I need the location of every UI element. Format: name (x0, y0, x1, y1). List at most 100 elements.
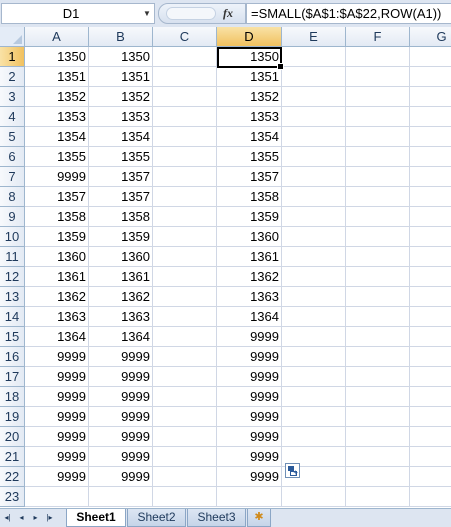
cell-b14[interactable]: 1363 (89, 307, 153, 327)
cell-a3[interactable]: 1352 (25, 87, 89, 107)
cell-d2[interactable]: 1351 (217, 67, 282, 87)
column-header-a[interactable]: A (25, 27, 89, 47)
formula-input[interactable]: =SMALL($A$1:$A$22,ROW(A1)) (246, 3, 451, 24)
cell-b8[interactable]: 1357 (89, 187, 153, 207)
cell-e19[interactable] (282, 407, 346, 427)
column-header-b[interactable]: B (89, 27, 153, 47)
select-all-button[interactable] (0, 27, 25, 47)
cell-b18[interactable]: 9999 (89, 387, 153, 407)
row-header-5[interactable]: 5 (0, 127, 25, 147)
cell-g17[interactable] (410, 367, 451, 387)
cell-d7[interactable]: 1357 (217, 167, 282, 187)
cell-g7[interactable] (410, 167, 451, 187)
cell-e11[interactable] (282, 247, 346, 267)
cell-f22[interactable] (346, 467, 410, 487)
cell-d5[interactable]: 1354 (217, 127, 282, 147)
cell-e13[interactable] (282, 287, 346, 307)
cell-g19[interactable] (410, 407, 451, 427)
cell-f17[interactable] (346, 367, 410, 387)
auto-fill-options-icon[interactable]: + (285, 463, 300, 478)
row-header-3[interactable]: 3 (0, 87, 25, 107)
cell-f7[interactable] (346, 167, 410, 187)
cell-c5[interactable] (153, 127, 217, 147)
cell-c12[interactable] (153, 267, 217, 287)
cell-g23[interactable] (410, 487, 451, 507)
cell-b21[interactable]: 9999 (89, 447, 153, 467)
cell-c18[interactable] (153, 387, 217, 407)
cell-c13[interactable] (153, 287, 217, 307)
cell-g14[interactable] (410, 307, 451, 327)
cell-f19[interactable] (346, 407, 410, 427)
cell-d18[interactable]: 9999 (217, 387, 282, 407)
cell-c17[interactable] (153, 367, 217, 387)
cell-g12[interactable] (410, 267, 451, 287)
row-header-2[interactable]: 2 (0, 67, 25, 87)
cell-a15[interactable]: 1364 (25, 327, 89, 347)
cell-b22[interactable]: 9999 (89, 467, 153, 487)
next-sheet-icon[interactable]: ▸ (30, 512, 41, 524)
name-box-dropdown-icon[interactable]: ▼ (140, 4, 154, 23)
cell-d11[interactable]: 1361 (217, 247, 282, 267)
row-header-4[interactable]: 4 (0, 107, 25, 127)
cell-e2[interactable] (282, 67, 346, 87)
cell-e1[interactable] (282, 47, 346, 67)
cell-d23[interactable] (217, 487, 282, 507)
cell-c3[interactable] (153, 87, 217, 107)
cell-b12[interactable]: 1361 (89, 267, 153, 287)
cell-a19[interactable]: 9999 (25, 407, 89, 427)
cell-g2[interactable] (410, 67, 451, 87)
cell-b5[interactable]: 1354 (89, 127, 153, 147)
cell-b9[interactable]: 1358 (89, 207, 153, 227)
cell-d16[interactable]: 9999 (217, 347, 282, 367)
row-header-17[interactable]: 17 (0, 367, 25, 387)
cell-b4[interactable]: 1353 (89, 107, 153, 127)
first-sheet-icon[interactable]: ◂| (2, 512, 13, 524)
row-header-9[interactable]: 9 (0, 207, 25, 227)
cell-b19[interactable]: 9999 (89, 407, 153, 427)
cell-e20[interactable] (282, 427, 346, 447)
cell-d4[interactable]: 1353 (217, 107, 282, 127)
row-header-1[interactable]: 1 (0, 47, 25, 67)
cell-c2[interactable] (153, 67, 217, 87)
cell-d14[interactable]: 1364 (217, 307, 282, 327)
cell-g8[interactable] (410, 187, 451, 207)
row-header-21[interactable]: 21 (0, 447, 25, 467)
cell-a16[interactable]: 9999 (25, 347, 89, 367)
cell-b17[interactable]: 9999 (89, 367, 153, 387)
cell-a10[interactable]: 1359 (25, 227, 89, 247)
cell-c21[interactable] (153, 447, 217, 467)
row-header-10[interactable]: 10 (0, 227, 25, 247)
cell-d15[interactable]: 9999 (217, 327, 282, 347)
cell-a13[interactable]: 1362 (25, 287, 89, 307)
cell-b13[interactable]: 1362 (89, 287, 153, 307)
insert-function-button[interactable]: fx (223, 4, 233, 23)
cell-d17[interactable]: 9999 (217, 367, 282, 387)
cell-c1[interactable] (153, 47, 217, 67)
cell-f9[interactable] (346, 207, 410, 227)
cell-c14[interactable] (153, 307, 217, 327)
cell-b11[interactable]: 1360 (89, 247, 153, 267)
cell-f4[interactable] (346, 107, 410, 127)
cell-f10[interactable] (346, 227, 410, 247)
column-header-f[interactable]: F (346, 27, 410, 47)
row-header-11[interactable]: 11 (0, 247, 25, 267)
cell-c19[interactable] (153, 407, 217, 427)
row-header-23[interactable]: 23 (0, 487, 25, 507)
cell-d1[interactable]: 1350 (217, 47, 282, 67)
cell-e9[interactable] (282, 207, 346, 227)
cell-f23[interactable] (346, 487, 410, 507)
cell-g9[interactable] (410, 207, 451, 227)
cell-c11[interactable] (153, 247, 217, 267)
column-header-e[interactable]: E (282, 27, 346, 47)
cell-b1[interactable]: 1350 (89, 47, 153, 67)
cell-c10[interactable] (153, 227, 217, 247)
cell-d3[interactable]: 1352 (217, 87, 282, 107)
cell-b23[interactable] (89, 487, 153, 507)
row-header-8[interactable]: 8 (0, 187, 25, 207)
cell-f16[interactable] (346, 347, 410, 367)
cell-g20[interactable] (410, 427, 451, 447)
row-header-12[interactable]: 12 (0, 267, 25, 287)
cell-f13[interactable] (346, 287, 410, 307)
cell-g10[interactable] (410, 227, 451, 247)
cell-a9[interactable]: 1358 (25, 207, 89, 227)
